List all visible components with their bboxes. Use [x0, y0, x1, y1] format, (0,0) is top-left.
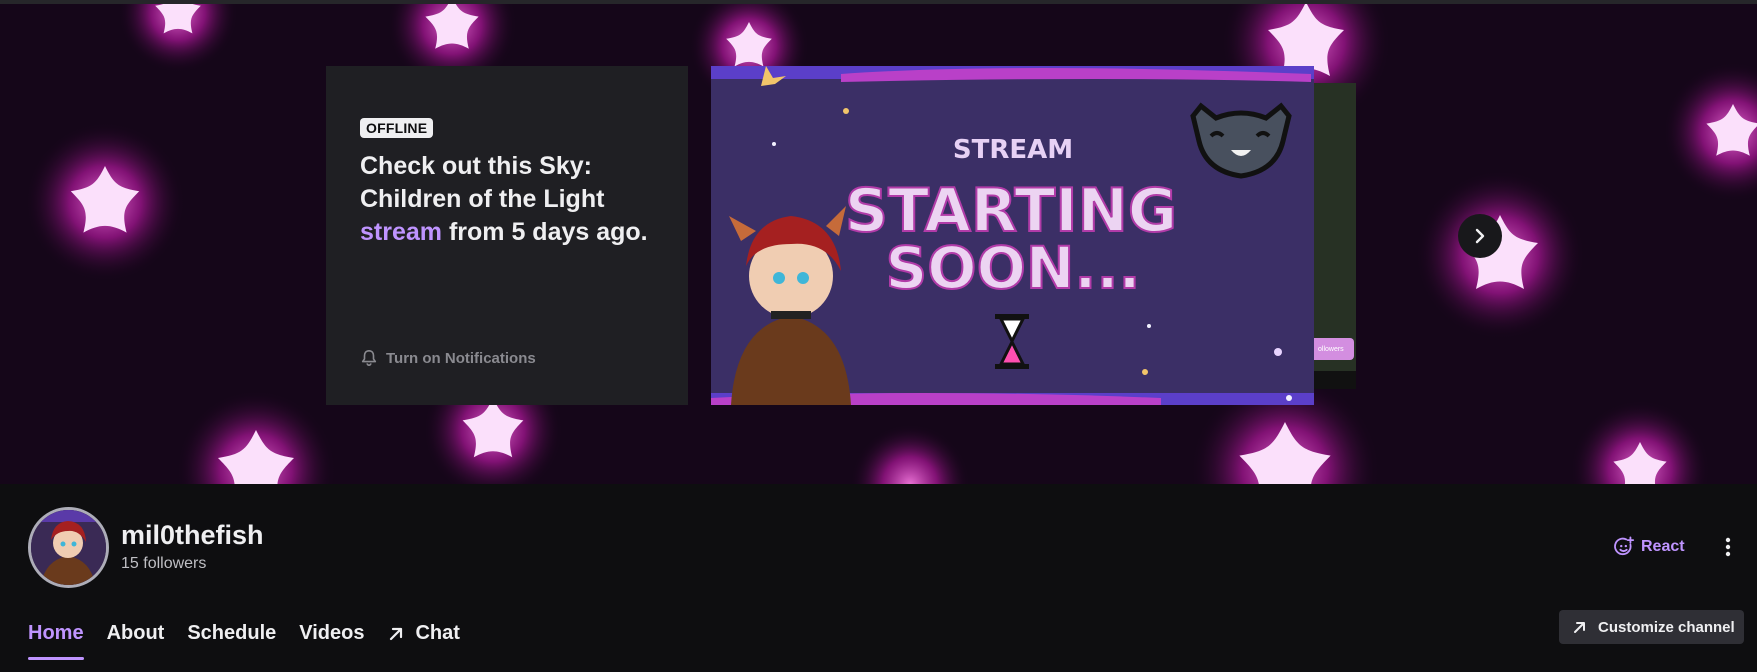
react-button[interactable]: React	[1613, 536, 1685, 558]
react-smiley-icon	[1614, 536, 1635, 556]
avatar-image	[31, 510, 106, 585]
stream-link[interactable]: stream	[360, 218, 442, 246]
channel-tabs: Home About Schedule Videos Chat	[28, 622, 483, 662]
chevron-right-icon	[1475, 228, 1485, 244]
notifications-label: Turn on Notifications	[386, 349, 536, 367]
external-arrow-icon	[1574, 622, 1585, 633]
carousel-next-button[interactable]	[1458, 214, 1502, 258]
video-preview[interactable]: STREAM STARTING SOON...	[711, 66, 1314, 405]
card-title-suffix: from 5 days ago.	[448, 218, 648, 246]
card-title-text: Check out this Sky: Children of the Ligh…	[360, 152, 605, 213]
preview-line1: STREAM	[953, 135, 1073, 165]
tab-home[interactable]: Home	[28, 622, 84, 660]
next-preview-thumbnail[interactable]: ollowers	[1314, 83, 1356, 389]
customize-channel-button[interactable]: Customize channel	[1559, 610, 1744, 644]
vertical-dots-icon	[1725, 537, 1731, 557]
external-arrow-icon	[390, 627, 403, 641]
channel-name[interactable]: mil0thefish	[121, 520, 264, 551]
channel-header: mil0thefish 15 followers React Home Abou…	[0, 484, 1757, 672]
tab-chat[interactable]: Chat	[387, 622, 460, 660]
more-options-button[interactable]	[1716, 533, 1740, 561]
follower-count: 15 followers	[121, 555, 207, 572]
offline-info-card: OFFLINE Check out this Sky: Children of …	[326, 66, 688, 405]
stream-starting-soon-image: STREAM STARTING SOON...	[711, 66, 1314, 405]
avatar[interactable]	[28, 507, 109, 588]
turn-on-notifications-button[interactable]: Turn on Notifications	[360, 349, 536, 367]
channel-banner: OFFLINE Check out this Sky: Children of …	[0, 0, 1757, 484]
bell-icon	[361, 349, 377, 366]
customize-channel-label: Customize channel	[1598, 618, 1735, 636]
tab-schedule[interactable]: Schedule	[187, 622, 276, 660]
next-preview-controls	[1314, 371, 1356, 389]
offline-badge: OFFLINE	[360, 118, 434, 138]
preview-line3: SOON...	[885, 234, 1140, 302]
tab-about[interactable]: About	[107, 622, 165, 660]
react-label: React	[1641, 538, 1685, 555]
next-preview-follow-pill: ollowers	[1314, 338, 1354, 360]
tab-videos[interactable]: Videos	[299, 622, 364, 660]
top-border	[0, 0, 1757, 4]
offline-card-title: Check out this Sky: Children of the Ligh…	[360, 150, 660, 249]
